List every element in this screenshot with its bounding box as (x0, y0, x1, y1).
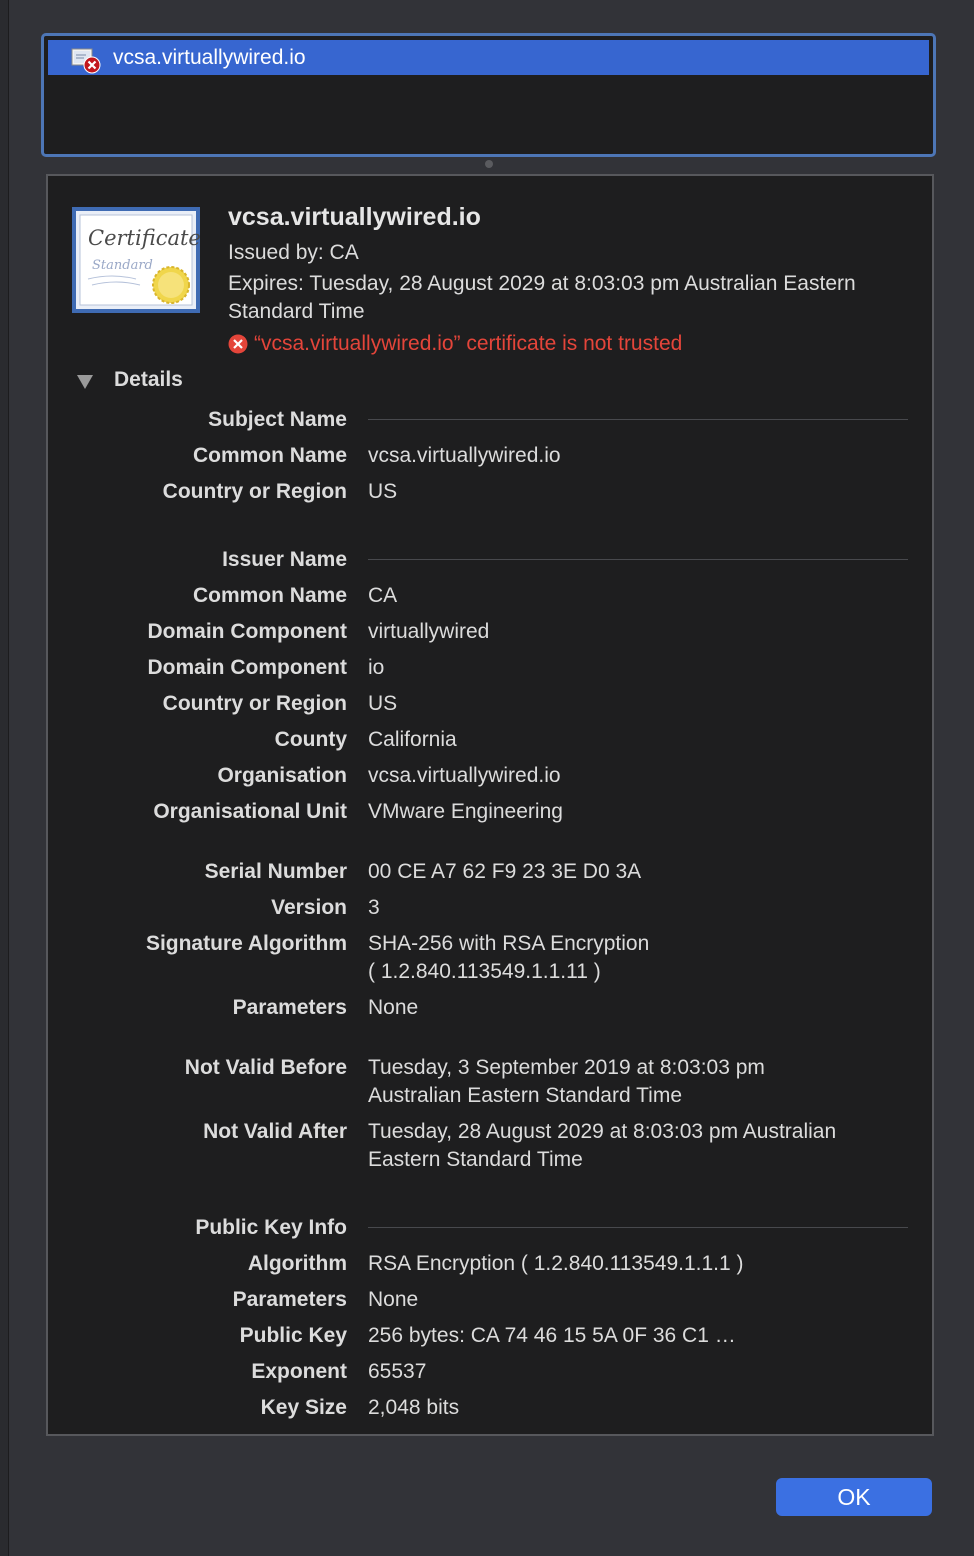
field-label: Version (271, 896, 347, 919)
field-value: CA (368, 584, 398, 607)
certificate-list-row[interactable]: vcsa.virtuallywired.io (48, 40, 929, 75)
certificate-icon: Certificate Standard (72, 207, 200, 313)
field-label: Serial Number (204, 860, 347, 883)
certificate-list-body: vcsa.virtuallywired.io (48, 40, 929, 150)
field-label: Organisational Unit (153, 800, 347, 823)
field-value: virtuallywired (368, 620, 490, 643)
section-divider (368, 559, 908, 560)
field-value: None (368, 1288, 419, 1311)
ok-button[interactable]: OK (776, 1478, 932, 1516)
certificate-list[interactable]: vcsa.virtuallywired.io (41, 33, 936, 157)
field-value: vcsa.virtuallywired.io (368, 764, 561, 787)
field-label: Parameters (232, 1288, 347, 1311)
field-label: Parameters (232, 996, 347, 1019)
field-label: Country or Region (162, 692, 347, 715)
field-value: 00 CE A7 62 F9 23 3E D0 3A (368, 860, 642, 883)
split-view-handle[interactable] (485, 160, 493, 168)
certificate-script-text: Certificate (88, 226, 200, 250)
public-key-info-heading: Public Key Info (195, 1216, 347, 1239)
field-label: Common Name (192, 444, 347, 467)
window-edge (0, 0, 9, 1556)
field-value: io (368, 656, 385, 679)
disclosure-triangle-icon[interactable] (76, 374, 94, 390)
field-label: Organisation (217, 764, 347, 787)
field-value: SHA-256 with RSA Encryption (368, 932, 650, 955)
field-value: Tuesday, 3 September 2019 at 8:03:03 pm … (368, 1056, 765, 1107)
field-label: Exponent (251, 1360, 347, 1383)
field-label: Not Valid Before (184, 1056, 347, 1079)
field-value: California (368, 728, 457, 751)
field-value: None (368, 996, 419, 1019)
issued-by: Issued by: CA (228, 241, 359, 264)
field-label: Public Key (239, 1324, 347, 1347)
field-label: Key Size (260, 1396, 347, 1419)
field-label: Domain Component (147, 656, 348, 679)
field-value: vcsa.virtuallywired.io (368, 444, 561, 467)
subject-name-heading: Subject Name (208, 408, 347, 431)
certificate-seal-icon (152, 266, 190, 304)
field-label: Common Name (192, 584, 347, 607)
section-divider (368, 1227, 908, 1228)
section-divider (368, 419, 908, 420)
field-value: 2,048 bits (368, 1396, 460, 1419)
field-value: 3 (368, 896, 380, 919)
field-label: Algorithm (247, 1252, 347, 1275)
field-label: Signature Algorithm (145, 932, 347, 955)
field-value: US (368, 692, 398, 715)
trust-warning-text: “vcsa.virtuallywired.io” certificate is … (254, 332, 683, 355)
field-value: US (368, 480, 398, 503)
certificate-title: vcsa.virtuallywired.io (228, 203, 481, 231)
trust-warning: “vcsa.virtuallywired.io” certificate is … (228, 330, 682, 358)
error-icon (228, 334, 248, 354)
field-value-continued: ( 1.2.840.113549.1.1.11 ) (368, 960, 601, 983)
untrusted-certificate-icon (71, 48, 101, 74)
field-label: Domain Component (147, 620, 348, 643)
certificate-list-item-label: vcsa.virtuallywired.io (113, 46, 306, 69)
expiry-date: Expires: Tuesday, 28 August 2029 at 8:03… (228, 272, 856, 323)
field-value: RSA Encryption ( 1.2.840.113549.1.1.1 ) (368, 1252, 744, 1275)
field-label: County (274, 728, 347, 751)
field-label: Not Valid After (203, 1120, 347, 1143)
field-value: Tuesday, 28 August 2029 at 8:03:03 pm Au… (368, 1120, 837, 1171)
details-disclosure-label[interactable]: Details (114, 368, 183, 392)
issuer-name-heading: Issuer Name (222, 548, 347, 571)
field-label: Country or Region (162, 480, 347, 503)
field-value: 256 bytes: CA 74 46 15 5A 0F 36 C1 … (368, 1324, 736, 1347)
field-value: 65537 (368, 1360, 427, 1383)
field-value: VMware Engineering (368, 800, 563, 823)
certificate-sub-text: Standard (92, 258, 153, 273)
